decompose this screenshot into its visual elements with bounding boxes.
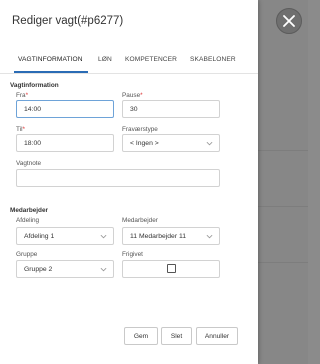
tab-vagtinformation[interactable]: VAGTINFORMATION (18, 56, 83, 63)
vagtnote-label: Vagtnote (16, 160, 42, 167)
medarbejder-value: 11 Medarbejder 11 (130, 232, 187, 240)
afdeling-label: Afdeling (16, 217, 40, 224)
chevron-down-icon (100, 234, 107, 239)
background-page (258, 0, 308, 364)
fra-label: Fra* (16, 92, 29, 99)
frigivet-checkbox[interactable] (167, 264, 176, 273)
til-time-input[interactable]: 18:00 (16, 134, 114, 152)
medarbejder-label: Medarbejder (122, 217, 158, 224)
tab-loen[interactable]: LØN (98, 56, 112, 63)
background-divider (258, 262, 308, 263)
section-medarbejder-title: Medarbejder (10, 207, 49, 214)
til-label: Til* (16, 126, 26, 133)
chevron-down-icon (206, 141, 213, 146)
medarbejder-select[interactable]: 11 Medarbejder 11 (122, 227, 220, 245)
fra-time-input[interactable]: 14:00 (16, 100, 114, 118)
gruppe-value: Gruppe 2 (24, 265, 53, 273)
background-divider (258, 206, 308, 207)
close-button[interactable] (276, 8, 302, 34)
tab-kompetencer[interactable]: KOMPETENCER (125, 56, 177, 63)
dialog-title: Rediger vagt(#p6277) (12, 15, 124, 27)
afdeling-select[interactable]: Afdeling 1 (16, 227, 114, 245)
pause-value: 30 (130, 105, 138, 113)
fravaerstype-select[interactable]: < Ingen > (122, 134, 220, 152)
background-divider (258, 150, 308, 151)
pause-input[interactable]: 30 (122, 100, 220, 118)
vagtnote-input[interactable] (16, 169, 220, 187)
slet-button[interactable]: Slet (161, 327, 192, 345)
fravaerstype-label: Fraværstype (122, 126, 158, 133)
til-value: 18:00 (24, 139, 42, 147)
frigivet-label: Frigivet (122, 251, 143, 258)
pause-label: Pause* (122, 92, 143, 99)
frigivet-field (122, 260, 220, 278)
section-vagtinformation-title: Vagtinformation (10, 82, 59, 89)
fra-value: 14:00 (24, 105, 42, 113)
gruppe-select[interactable]: Gruppe 2 (16, 260, 114, 278)
chevron-down-icon (100, 267, 107, 272)
active-tab-indicator (14, 71, 88, 73)
edit-shift-dialog: Rediger vagt(#p6277) VAGTINFORMATION LØN… (0, 0, 258, 364)
gem-button[interactable]: Gem (124, 327, 158, 345)
fravaerstype-value: < Ingen > (130, 139, 159, 147)
close-icon (283, 15, 295, 27)
tab-skabeloner[interactable]: SKABELONER (190, 56, 236, 63)
gruppe-label: Gruppe (16, 251, 38, 258)
chevron-down-icon (206, 234, 213, 239)
annuller-button[interactable]: Annuller (196, 327, 238, 345)
afdeling-value: Afdeling 1 (24, 232, 55, 240)
